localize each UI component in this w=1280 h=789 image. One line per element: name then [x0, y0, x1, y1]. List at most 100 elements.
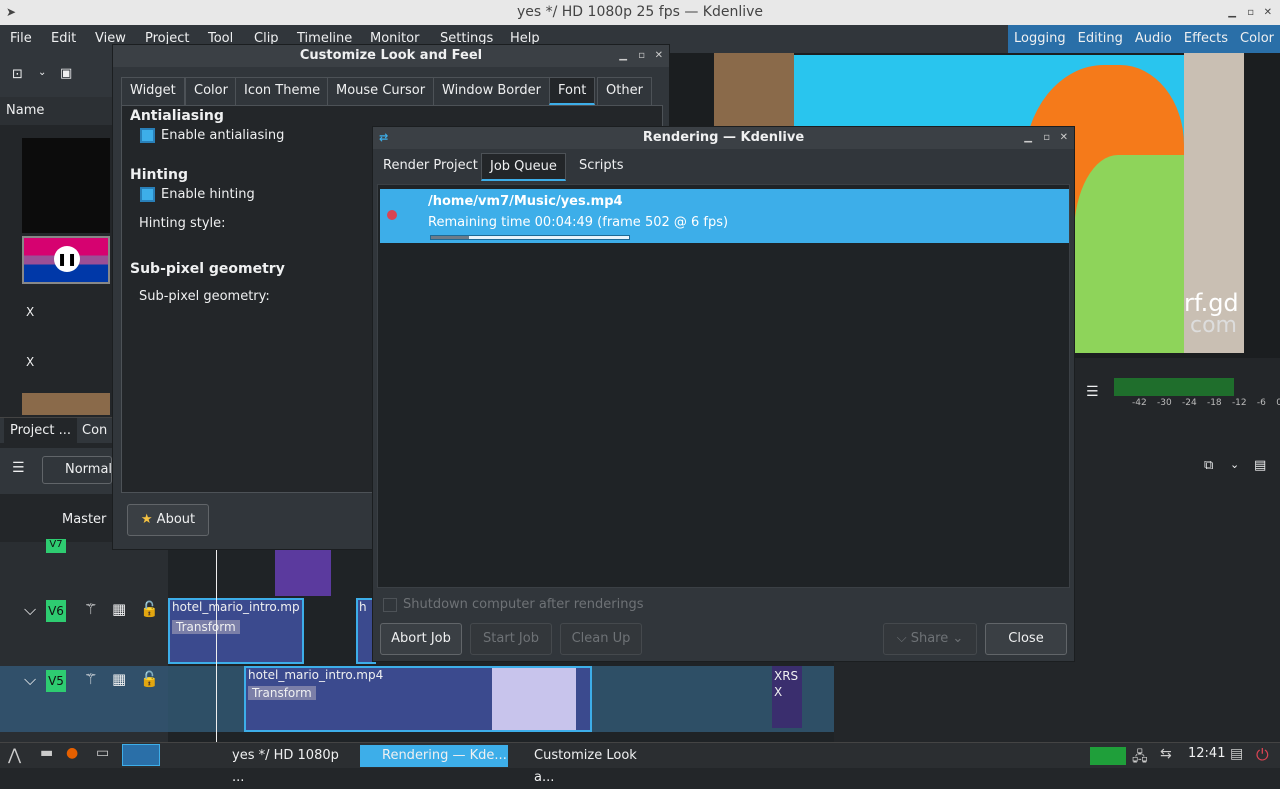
clip-thumbnail[interactable]	[22, 138, 110, 233]
hinting-heading: Hinting	[130, 167, 188, 183]
save-icon[interactable]: ▤	[1254, 458, 1266, 473]
subpixel-label: Sub-pixel geometry:	[139, 289, 270, 304]
list-item[interactable]: X	[26, 355, 34, 369]
clip-label: h	[359, 600, 367, 614]
switch-user-icon[interactable]: ⇆	[1160, 746, 1172, 762]
project-bin: ⊡ ⌄ ▣ Name ❚❚ X X Project ... Con	[0, 53, 112, 444]
shutdown-checkbox[interactable]: Shutdown computer after renderings	[383, 597, 644, 612]
folder-icon[interactable]: ▣	[60, 66, 72, 81]
film-icon[interactable]: ▦	[112, 600, 126, 618]
clip-selected[interactable]: hotel_mario_intro.mp4 Transform	[244, 666, 592, 732]
clip-thumbnail-selected[interactable]: ❚❚	[22, 236, 110, 284]
tab-job-queue[interactable]: Job Queue	[481, 153, 566, 181]
effect-wand-icon[interactable]: ⚚	[84, 670, 97, 688]
close-icon[interactable]: ✕	[655, 45, 663, 67]
menu-file[interactable]: File	[10, 31, 32, 46]
tab-color[interactable]: Color	[185, 77, 237, 105]
clip-thumbnail	[492, 668, 576, 730]
tab-other[interactable]: Other	[597, 77, 652, 105]
track-header-v6: ⌵ V6 ⚚ ▦ 🔓	[0, 592, 168, 662]
tab-widget[interactable]: Widget	[121, 77, 185, 105]
about-button[interactable]: ★ About	[127, 504, 209, 536]
job-row[interactable]: /home/vm7/Music/yes.mp4 Remaining time 0…	[380, 189, 1069, 243]
start-job-button[interactable]: Start Job	[470, 623, 552, 655]
playhead[interactable]	[216, 550, 217, 742]
clock[interactable]: 12:41	[1188, 746, 1225, 761]
enable-antialiasing-checkbox[interactable]: Enable antialiasing	[140, 128, 284, 143]
checkbox-unchecked[interactable]	[383, 597, 397, 612]
layout-color[interactable]: Color	[1234, 25, 1280, 53]
tab-scripts[interactable]: Scripts	[571, 153, 632, 181]
taskbar: ⋀ ▬ ● ▭ yes */ HD 1080p ... Rendering — …	[0, 742, 1280, 785]
tab-render-project[interactable]: Render Project	[375, 153, 486, 181]
layout-audio[interactable]: Audio	[1129, 25, 1178, 53]
tab-con[interactable]: Con	[82, 418, 107, 444]
close-icon[interactable]: ✕	[1264, 0, 1272, 25]
dialog-title: Rendering — Kdenlive	[642, 130, 805, 145]
start-menu-icon[interactable]: ⋀	[8, 745, 21, 764]
settings-sliders-icon[interactable]: ☰	[12, 460, 25, 476]
checkbox-checked[interactable]	[140, 128, 155, 143]
film-icon[interactable]: ▦	[112, 670, 126, 688]
compare-icon[interactable]: ⧉	[1204, 458, 1213, 473]
maximize-icon[interactable]: ▫	[1043, 127, 1050, 149]
abort-job-button[interactable]: Abort Job	[380, 623, 462, 655]
clip[interactable]: hotel_mario_intro.mp Transform	[168, 598, 304, 664]
lock-icon[interactable]: 🔓	[140, 670, 159, 688]
minimize-icon[interactable]: ▁	[1228, 0, 1236, 25]
network-icon[interactable]: 🖧	[1132, 746, 1148, 770]
clean-up-button[interactable]: Clean Up	[560, 623, 642, 655]
job-progress-bar	[430, 235, 630, 240]
layout-editing[interactable]: Editing	[1072, 25, 1129, 53]
minimize-icon[interactable]: ▁	[1024, 127, 1032, 149]
minimize-icon[interactable]: ▁	[619, 45, 627, 67]
job-progress-fill	[431, 236, 469, 239]
list-item[interactable]: X	[26, 305, 34, 319]
effect-wand-icon[interactable]: ⚚	[84, 600, 97, 618]
power-icon[interactable]: ⏻	[1256, 745, 1269, 765]
dialog-titlebar: Customize Look and Feel ▁ ▫ ✕	[113, 45, 669, 67]
window-title: yes */ HD 1080p 25 fps — Kdenlive	[516, 4, 764, 20]
bin-toolbar: ⊡ ⌄ ▣	[0, 53, 112, 97]
collapse-icon[interactable]: ⌵	[24, 670, 36, 690]
layout-switcher: Logging Editing Audio Effects Color	[1008, 25, 1280, 53]
maximize-icon[interactable]: ▫	[1247, 0, 1254, 25]
collapse-icon[interactable]: ⌵	[24, 600, 36, 620]
track-header-v5: ⌵ V5 ⚚ ▦ 🔓	[0, 666, 168, 732]
add-clip-icon[interactable]: ⊡	[12, 67, 23, 82]
clip[interactable]	[275, 550, 331, 596]
job-queue-list: /home/vm7/Music/yes.mp4 Remaining time 0…	[377, 184, 1070, 588]
clip[interactable]: XRS X	[772, 666, 802, 728]
chevron-down-icon[interactable]: ⌄	[1230, 458, 1239, 471]
chevron-down-icon[interactable]: ⌄	[38, 67, 46, 78]
task-customize[interactable]: Customize Look a...	[512, 745, 660, 785]
firefox-icon[interactable]: ●	[66, 745, 78, 761]
layout-effects[interactable]: Effects	[1178, 25, 1234, 53]
notes-icon[interactable]: ▤	[1230, 746, 1243, 762]
task-rendering[interactable]: Rendering — Kde...	[360, 745, 508, 767]
tab-project[interactable]: Project ...	[4, 418, 78, 444]
hamburger-menu-icon[interactable]: ☰	[1086, 384, 1099, 400]
share-button[interactable]: ⌵ Share ⌄	[883, 623, 977, 655]
task-kdenlive[interactable]: yes */ HD 1080p ...	[210, 745, 355, 785]
tab-window-border[interactable]: Window Border	[433, 77, 550, 105]
menu-edit[interactable]: Edit	[51, 31, 76, 46]
close-button[interactable]: Close	[985, 623, 1067, 655]
close-icon[interactable]: ✕	[1060, 127, 1068, 149]
clip-thumbnail[interactable]	[22, 393, 110, 415]
composite-mode-select[interactable]: Normal	[42, 456, 112, 484]
show-desktop-icon[interactable]: ▬	[40, 745, 53, 761]
tab-icon-theme[interactable]: Icon Theme	[235, 77, 330, 105]
maximize-icon[interactable]: ▫	[638, 45, 645, 67]
composite-mode-label: Normal	[65, 462, 113, 477]
job-status: Remaining time 00:04:49 (frame 502 @ 6 f…	[428, 215, 729, 230]
file-manager-icon[interactable]: ▭	[96, 745, 109, 761]
subpixel-heading: Sub-pixel geometry	[130, 261, 285, 277]
checkbox-checked[interactable]	[140, 187, 155, 202]
tab-font[interactable]: Font	[549, 77, 596, 105]
layout-logging[interactable]: Logging	[1008, 25, 1072, 53]
enable-hinting-checkbox[interactable]: Enable hinting	[140, 187, 255, 202]
workspace-switcher[interactable]	[122, 744, 160, 766]
lock-icon[interactable]: 🔓	[140, 600, 159, 618]
tab-mouse-cursor[interactable]: Mouse Cursor	[327, 77, 435, 105]
